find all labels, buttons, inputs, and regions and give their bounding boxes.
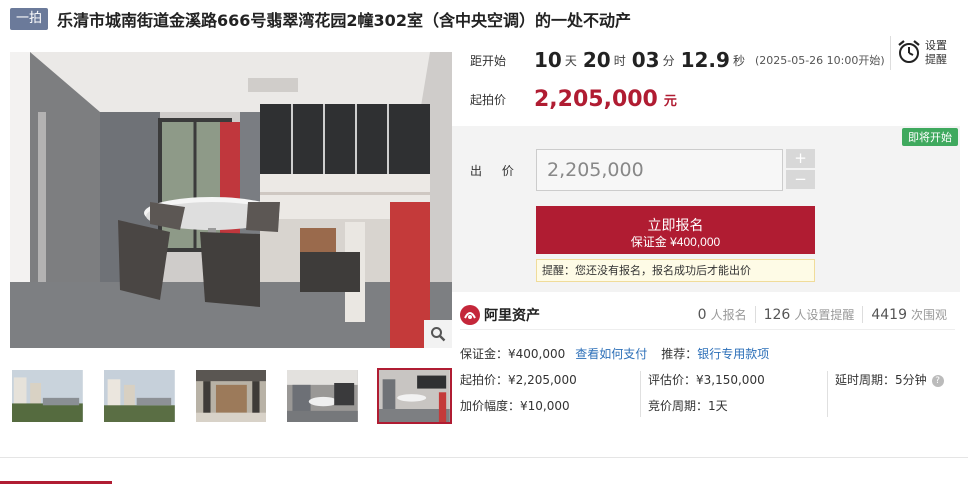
detail-bid-cycle: 竞价周期：1天 (648, 399, 728, 413)
reminder-text: 设置 提醒 (925, 39, 947, 67)
thumbnail-4[interactable] (285, 368, 360, 424)
recommend-label: 推荐： (661, 346, 698, 361)
thumbnail-2[interactable] (102, 368, 177, 424)
set-reminder-button[interactable]: 设置 提醒 (890, 36, 954, 70)
start-price-label: 起拍价 (470, 92, 507, 107)
bid-amount-input[interactable]: 2,205,000 (536, 149, 783, 191)
alarm-clock-icon (897, 39, 921, 68)
stat-views-count: 4419 (871, 307, 907, 323)
detail-delay-text: 延时周期：5分钟 (835, 373, 927, 387)
stat-reminders-count: 126 (763, 307, 791, 323)
section-divider (0, 457, 968, 458)
stat-reminders-label: 人设置提醒 (794, 308, 855, 322)
auction-details: 起拍价：¥2,205,000 加价幅度：¥10,000 评估价：¥3,150,0… (460, 368, 955, 420)
auction-stats: 0 人报名 126 人设置提醒 4419 次围观 (690, 306, 955, 323)
countdown-days: 10 (534, 48, 562, 72)
detail-start-price: 起拍价：¥2,205,000 (460, 373, 577, 387)
ali-assets-logo: 阿里资产 (460, 304, 540, 325)
countdown-label: 距开始 (470, 53, 507, 68)
detail-appraisal: 评估价：¥3,150,000 (648, 373, 765, 387)
detail-delay: 延时周期：5分钟? (835, 371, 944, 389)
reminder-line2: 提醒 (925, 53, 947, 66)
help-icon[interactable]: ? (931, 374, 944, 387)
auction-round-badge: 一拍 (10, 8, 49, 30)
countdown-row: 距开始 10 天 20 时 03 分 12.9 秒 (2025-05-26 10… (470, 40, 885, 80)
stat-registered: 0 人报名 (690, 306, 755, 323)
deposit-info: 保证金：¥400,000 (460, 346, 566, 361)
bank-funds-link[interactable]: 银行专用款项 (697, 345, 769, 362)
deposit-row: 保证金：¥400,000 查看如何支付 推荐： 银行专用款项 (460, 344, 769, 362)
countdown-hours: 20 (582, 48, 611, 72)
stat-registered-label: 人报名 (710, 308, 747, 322)
status-badge: 即将开始 (902, 128, 958, 146)
auction-start-time: (2025-05-26 10:00开始) (754, 54, 885, 67)
bid-panel: 即将开始 出 价 2,205,000 + − 立即报名 保证金 ¥400,000… (452, 126, 960, 292)
how-to-pay-link[interactable]: 查看如何支付 (575, 345, 647, 362)
page-title: 乐清市城南街道金溪路666号翡翠湾花园2幢302室（含中央空调）的一处不动产 (57, 11, 631, 30)
thumbnail-3[interactable] (194, 368, 269, 424)
thumbnail-strip (10, 368, 452, 424)
decrease-bid-button[interactable]: − (786, 170, 815, 189)
countdown-minutes: 03 (631, 48, 660, 72)
platform-row: 阿里资产 0 人报名 126 人设置提醒 4419 次围观 (460, 300, 955, 330)
register-tip: 提醒：您还没有报名，报名成功后才能出价 (536, 259, 815, 282)
countdown-seconds-unit: 秒 (732, 53, 745, 68)
detail-increment: 加价幅度：¥10,000 (460, 399, 570, 413)
platform-name: 阿里资产 (484, 307, 540, 324)
start-price-value: 2,205,000 (534, 86, 658, 112)
stat-registered-count: 0 (697, 307, 707, 323)
register-now-label: 立即报名 (647, 217, 704, 233)
thumbnail-1[interactable] (10, 368, 85, 424)
dining-room-photo (10, 52, 452, 348)
stat-views: 4419 次围观 (862, 306, 955, 323)
detail-divider-1 (640, 371, 641, 417)
countdown-minutes-unit: 分 (662, 53, 675, 68)
active-tab-indicator (0, 481, 112, 484)
start-price-row: 起拍价 2,205,000 元 (470, 84, 677, 114)
main-photo[interactable] (10, 52, 452, 348)
deposit-amount-label: 保证金 ¥400,000 (630, 235, 721, 249)
stat-views-label: 次围观 (910, 308, 947, 322)
start-price-unit: 元 (663, 93, 677, 109)
countdown-hours-unit: 时 (613, 53, 626, 68)
title-row: 一拍 乐清市城南街道金溪路666号翡翠湾花园2幢302室（含中央空调）的一处不动… (10, 6, 960, 32)
increase-bid-button[interactable]: + (786, 149, 815, 168)
countdown-days-unit: 天 (564, 53, 577, 68)
reminder-line1: 设置 (925, 39, 947, 52)
bid-label: 出 价 (470, 164, 522, 178)
stat-reminders: 126 人设置提醒 (754, 306, 863, 323)
zoom-icon[interactable] (424, 320, 452, 348)
register-now-button[interactable]: 立即报名 保证金 ¥400,000 (536, 206, 815, 254)
ali-logo-icon (460, 304, 480, 325)
thumbnail-5-selected[interactable] (377, 368, 452, 424)
countdown-seconds: 12.9 (680, 48, 730, 72)
detail-divider-2 (827, 371, 828, 417)
